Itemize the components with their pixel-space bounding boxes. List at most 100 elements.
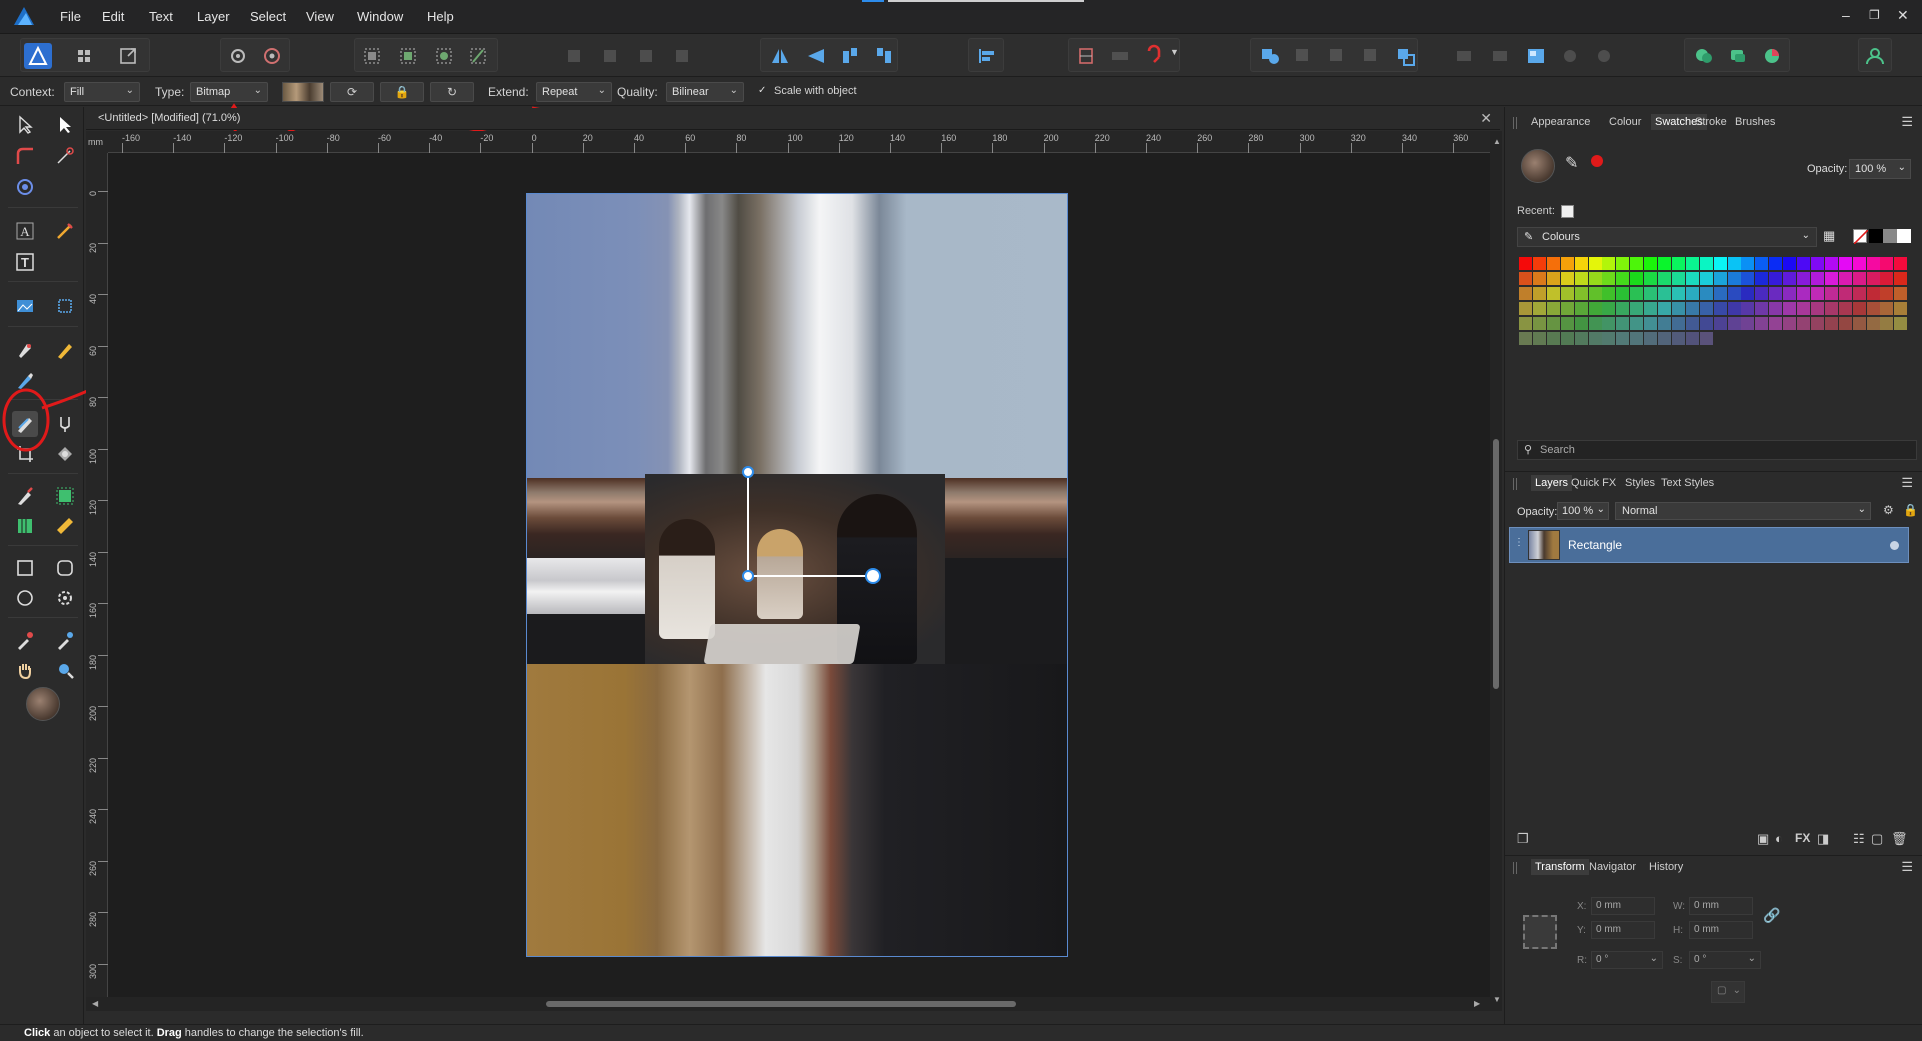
- boolean-intersect-icon[interactable]: [1324, 43, 1352, 69]
- eyedropper-icon[interactable]: [52, 627, 78, 653]
- corner-tool-icon[interactable]: [12, 143, 38, 169]
- color-swatch[interactable]: [1838, 317, 1852, 330]
- color-swatch[interactable]: [1810, 272, 1824, 285]
- tab-stroke[interactable]: Stroke: [1695, 116, 1727, 128]
- color-swatch[interactable]: [1616, 317, 1630, 330]
- color-swatch[interactable]: [1519, 302, 1532, 315]
- color-swatch[interactable]: [1699, 332, 1713, 345]
- color-swatch[interactable]: [1699, 257, 1713, 270]
- color-swatch[interactable]: [1532, 317, 1546, 330]
- color-swatch[interactable]: [1588, 302, 1602, 315]
- group-icon[interactable]: ◨: [1817, 831, 1829, 847]
- color-swatch[interactable]: [1630, 332, 1644, 345]
- color-swatch[interactable]: [1713, 257, 1727, 270]
- color-swatch[interactable]: [1755, 257, 1769, 270]
- color-swatch[interactable]: [1644, 287, 1658, 300]
- transform-origin-button[interactable]: ▢ ⌄: [1711, 981, 1745, 1003]
- rectangle-with-bitmap-fill[interactable]: [526, 193, 1068, 957]
- color-swatch[interactable]: [1894, 257, 1908, 270]
- color-swatch[interactable]: [1727, 257, 1741, 270]
- color-swatch[interactable]: [1880, 317, 1894, 330]
- picture-frame-tool-icon[interactable]: [12, 293, 38, 319]
- color-swatch[interactable]: [1685, 317, 1699, 330]
- color-swatch[interactable]: [1741, 302, 1755, 315]
- close-document-icon[interactable]: ✕: [1480, 110, 1492, 127]
- color-swatch[interactable]: [1866, 302, 1880, 315]
- refresh-button[interactable]: ↻: [430, 82, 474, 102]
- fill-color-swatch[interactable]: [26, 687, 60, 721]
- color-swatch[interactable]: [1713, 272, 1727, 285]
- color-swatch[interactable]: [1560, 302, 1574, 315]
- color-swatch[interactable]: [1644, 257, 1658, 270]
- color-swatch[interactable]: [1630, 317, 1644, 330]
- y-field[interactable]: 0 mm: [1591, 921, 1655, 939]
- color-swatch[interactable]: [1894, 287, 1908, 300]
- geometry-icon-3[interactable]: [1556, 43, 1584, 69]
- fill-tool-icon[interactable]: [12, 411, 38, 437]
- quality-select[interactable]: Bilinear ⌄: [666, 82, 744, 102]
- h-field[interactable]: 0 mm: [1689, 921, 1753, 939]
- pen-tool-icon[interactable]: [12, 337, 38, 363]
- add-layer-icon[interactable]: ☷: [1853, 831, 1865, 847]
- fill-handle-top[interactable]: [742, 466, 754, 478]
- boolean-divide-icon[interactable]: [1392, 43, 1420, 69]
- grey-swatch[interactable]: [1883, 229, 1897, 243]
- color-swatch[interactable]: [1546, 332, 1560, 345]
- ellipse-tool-icon[interactable]: [12, 585, 38, 611]
- color-swatch[interactable]: [1560, 272, 1574, 285]
- color-swatch[interactable]: [1713, 287, 1727, 300]
- slice-tool-icon[interactable]: [12, 513, 38, 539]
- contour-tool-icon[interactable]: [12, 174, 38, 200]
- tab-colour[interactable]: Colour: [1609, 116, 1641, 128]
- color-swatch[interactable]: [1588, 332, 1602, 345]
- tab-brushes[interactable]: Brushes: [1735, 116, 1775, 128]
- layers-menu-icon[interactable]: ❐: [1517, 831, 1529, 847]
- scroll-down-icon[interactable]: ▼: [1493, 995, 1501, 1004]
- scroll-up-icon[interactable]: ▲: [1493, 137, 1501, 146]
- color-swatch[interactable]: [1727, 287, 1741, 300]
- reset-fill-button[interactable]: ⟳: [330, 82, 374, 102]
- link-icon[interactable]: 🔗: [1763, 907, 1780, 924]
- color-swatch[interactable]: [1671, 287, 1685, 300]
- select-object-icon[interactable]: [430, 43, 458, 69]
- color-swatch[interactable]: [1685, 332, 1699, 345]
- swatch-grid[interactable]: [1519, 257, 1911, 349]
- geometry-icon-1[interactable]: [1450, 43, 1478, 69]
- color-swatch[interactable]: [1797, 257, 1810, 270]
- panel-menu-icon[interactable]: ☰: [1901, 114, 1913, 130]
- color-swatch[interactable]: [1727, 317, 1741, 330]
- color-swatch[interactable]: [1532, 302, 1546, 315]
- color-swatch[interactable]: [1644, 317, 1658, 330]
- color-swatch[interactable]: [1741, 287, 1755, 300]
- color-swatch[interactable]: [1546, 272, 1560, 285]
- color-swatch[interactable]: [1699, 317, 1713, 330]
- color-swatch[interactable]: [1658, 272, 1671, 285]
- color-swatch[interactable]: [1616, 257, 1630, 270]
- color-swatch[interactable]: [1574, 332, 1588, 345]
- color-swatch[interactable]: [1546, 302, 1560, 315]
- color-swatch[interactable]: [1838, 287, 1852, 300]
- geometry-icon-2[interactable]: [1486, 43, 1514, 69]
- color-swatch[interactable]: [1824, 272, 1838, 285]
- vertical-scrollbar[interactable]: ▲ ▼: [1490, 131, 1502, 1011]
- layers-opacity-field[interactable]: 100 % ⌄: [1557, 502, 1609, 520]
- color-swatch[interactable]: [1741, 317, 1755, 330]
- color-swatch[interactable]: [1797, 302, 1810, 315]
- horizontal-scrollbar[interactable]: ◀ ▶: [86, 997, 1490, 1011]
- shape-builder-icon[interactable]: [52, 483, 78, 509]
- layer-row-rectangle[interactable]: ⋮ Rectangle: [1509, 527, 1909, 563]
- menu-select[interactable]: Select: [250, 9, 286, 24]
- color-swatch[interactable]: [1699, 287, 1713, 300]
- color-swatch[interactable]: [1727, 272, 1741, 285]
- color-swatch[interactable]: [1519, 257, 1532, 270]
- restore-icon[interactable]: ❐: [1869, 8, 1880, 22]
- color-swatch[interactable]: [1852, 257, 1866, 270]
- transparency-tool-icon[interactable]: [52, 411, 78, 437]
- boolean-xor-icon[interactable]: [1358, 43, 1386, 69]
- menu-layer[interactable]: Layer: [197, 9, 230, 24]
- color-swatch[interactable]: [1783, 302, 1797, 315]
- color-swatch[interactable]: [1755, 302, 1769, 315]
- anchor-selector-icon[interactable]: [1523, 915, 1557, 949]
- boolean-subtract-icon[interactable]: [1290, 43, 1318, 69]
- hand-tool-icon[interactable]: [12, 657, 38, 683]
